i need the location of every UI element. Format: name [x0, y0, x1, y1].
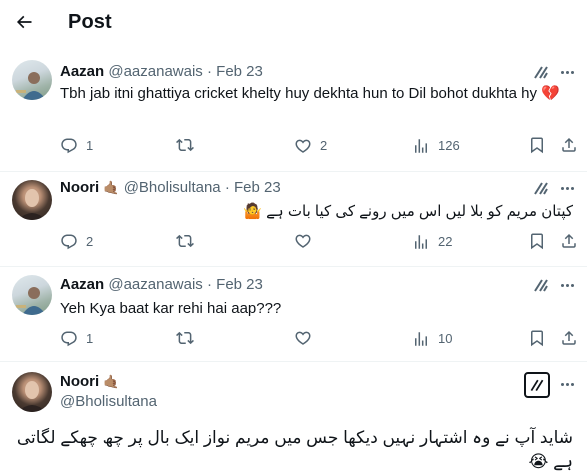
views-icon	[415, 332, 427, 346]
avatar[interactable]	[12, 275, 52, 315]
more-horizontal-icon[interactable]	[557, 374, 577, 394]
grok-icon[interactable]	[531, 178, 551, 198]
bookmark-icon	[531, 137, 543, 154]
avatar[interactable]	[12, 60, 52, 100]
tweet-text: Tbh jab itni ghattiya cricket khelty huy…	[60, 85, 560, 102]
grok-icon[interactable]	[531, 62, 551, 82]
repost-icon	[176, 138, 194, 152]
views-count: 22	[438, 234, 453, 249]
action-bar: 1 2 126	[60, 136, 580, 156]
author-name[interactable]: Noori	[60, 373, 99, 390]
like-button[interactable]: 2	[294, 136, 327, 156]
views-icon	[415, 139, 427, 153]
reply-button[interactable]: 1	[60, 136, 93, 156]
author-line: Aazan @aazanawais · Feb 23	[60, 62, 263, 82]
author-handle[interactable]: @Bholisultana	[60, 393, 157, 410]
like-icon	[295, 234, 311, 248]
avatar[interactable]	[12, 372, 52, 412]
bookmark-icon	[531, 330, 543, 347]
reply-tweet-1[interactable]: Aazan @aazanawais · Feb 23 Tbh jab itni …	[0, 0, 587, 172]
tweet-text: Yeh Kya baat kar rehi hai aap???	[60, 300, 282, 317]
like-count: 2	[320, 138, 328, 153]
post-date[interactable]: Feb 23	[216, 276, 263, 293]
author-handle[interactable]: @Bholisultana	[124, 179, 221, 196]
share-button[interactable]	[560, 232, 578, 250]
author-name-line: Noori 🤙🏽	[60, 372, 120, 392]
separator-dot: ·	[224, 179, 230, 196]
name-emoji: 🤙🏽	[103, 180, 120, 195]
repost-button[interactable]	[176, 232, 194, 250]
name-emoji: 🤙🏽	[103, 374, 120, 389]
separator-dot: ·	[206, 63, 212, 80]
like-button[interactable]	[294, 232, 312, 250]
author-handle[interactable]: @aazanawais	[108, 63, 202, 80]
grok-icon[interactable]	[531, 275, 551, 295]
author-line: Aazan @aazanawais · Feb 23	[60, 275, 263, 295]
repost-button[interactable]	[176, 136, 194, 154]
author-name[interactable]: Aazan	[60, 276, 104, 293]
action-bar: 2 22	[60, 232, 580, 252]
author-name[interactable]: Aazan	[60, 63, 104, 80]
like-button[interactable]	[294, 329, 312, 347]
views-button[interactable]: 126	[412, 136, 460, 156]
views-button[interactable]: 10	[412, 329, 452, 349]
separator-dot: ·	[206, 276, 212, 293]
repost-button[interactable]	[176, 329, 194, 347]
action-bar: 1 10	[60, 329, 580, 349]
more-horizontal-icon[interactable]	[557, 178, 577, 198]
tweet-text: کپتان مریم کو بلا لیں اس میں رونے کی کیا…	[243, 203, 573, 220]
bookmark-button[interactable]	[528, 329, 546, 347]
post-date[interactable]: Feb 23	[216, 63, 263, 80]
grok-icon[interactable]	[524, 372, 550, 398]
author-handle[interactable]: @aazanawais	[108, 276, 202, 293]
reply-tweet-3[interactable]: Aazan @aazanawais · Feb 23 Yeh Kya baat …	[0, 267, 587, 362]
reply-icon	[61, 331, 77, 347]
share-icon	[562, 137, 576, 152]
reply-button[interactable]: 2	[60, 232, 93, 252]
share-button[interactable]	[560, 329, 578, 347]
author-name[interactable]: Noori	[60, 179, 99, 196]
share-icon	[562, 330, 576, 345]
share-icon	[562, 233, 576, 248]
bookmark-button[interactable]	[528, 136, 546, 154]
bookmark-icon	[531, 233, 543, 250]
reply-count: 2	[86, 234, 94, 249]
avatar[interactable]	[12, 180, 52, 220]
repost-icon	[176, 331, 194, 345]
reply-button[interactable]: 1	[60, 329, 93, 349]
post-text: شاید آپ نے وہ اشتہار نہیں دیکھا جس میں م…	[16, 428, 573, 471]
like-icon	[295, 331, 311, 345]
like-icon	[295, 139, 311, 153]
post-date[interactable]: Feb 23	[234, 179, 281, 196]
share-button[interactable]	[560, 136, 578, 154]
views-count: 10	[438, 331, 453, 346]
author-line: Noori 🤙🏽 @Bholisultana · Feb 23	[60, 178, 281, 198]
views-count: 126	[438, 138, 460, 153]
reply-icon	[61, 138, 77, 154]
bookmark-button[interactable]	[528, 232, 546, 250]
reply-count: 1	[86, 331, 94, 346]
author-handle-line: @Bholisultana	[60, 392, 157, 412]
reply-tweet-2[interactable]: Noori 🤙🏽 @Bholisultana · Feb 23 کپتان مر…	[0, 172, 587, 267]
reply-icon	[61, 234, 77, 250]
more-horizontal-icon[interactable]	[557, 275, 577, 295]
repost-icon	[176, 234, 194, 248]
views-button[interactable]: 22	[412, 232, 452, 252]
more-horizontal-icon[interactable]	[557, 62, 577, 82]
views-icon	[415, 235, 427, 249]
reply-count: 1	[86, 138, 94, 153]
